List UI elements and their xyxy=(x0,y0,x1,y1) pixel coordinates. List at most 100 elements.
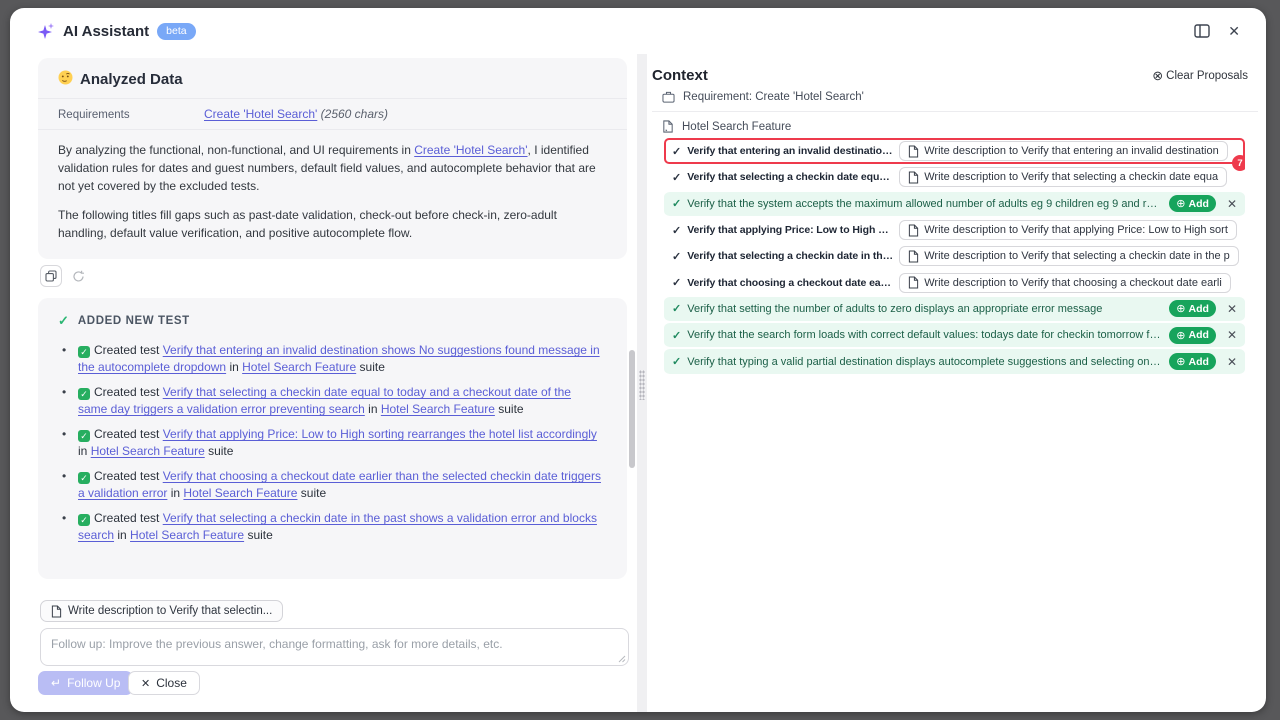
context-test-row[interactable]: ✓Verify that applying Price: Low to High… xyxy=(664,217,1245,243)
check-icon: ✓ xyxy=(672,197,681,210)
plus-circle-icon: ⊕ xyxy=(1176,197,1185,210)
context-test-row[interactable]: ✓ Verify that setting the number of adult… xyxy=(664,296,1245,322)
chip-label: Write description to Verify that choosin… xyxy=(924,277,1222,289)
plus-circle-icon: ⊕ xyxy=(1176,355,1185,368)
context-test-row[interactable]: ✓Verify that choosing a checkout date ea… xyxy=(664,269,1245,295)
add-test-button[interactable]: ⊕Add xyxy=(1169,300,1216,317)
doc-icon xyxy=(908,224,919,237)
analyzed-data-card: Analyzed Data Requirements Create 'Hotel… xyxy=(38,58,627,259)
context-test-row[interactable]: ✓Verify that selecting a checkin date in… xyxy=(664,243,1245,269)
check-emoji-icon: ✓ xyxy=(78,472,90,484)
thinking-emoji xyxy=(58,70,73,89)
copy-button[interactable] xyxy=(40,265,62,287)
followup-input[interactable] xyxy=(40,628,629,666)
context-test-row[interactable]: ✓Verify that the system accepts the maxi… xyxy=(664,191,1245,217)
check-emoji-icon: ✓ xyxy=(78,388,90,400)
proposal-count-badge: 7 xyxy=(1232,155,1245,171)
write-description-chip[interactable]: Write description to Verify that applyin… xyxy=(899,220,1237,240)
panel-toggle-icon[interactable] xyxy=(1194,24,1210,38)
success-check-icon: ✓ xyxy=(58,313,69,329)
check-emoji-icon: ✓ xyxy=(78,514,90,526)
requirements-meta: (2560 chars) xyxy=(321,107,388,121)
suite-link[interactable]: Hotel Search Feature xyxy=(91,444,205,458)
write-description-chip[interactable]: Write description to Verify that selecti… xyxy=(899,246,1239,266)
panel-title: AI Assistant xyxy=(63,23,149,40)
follow-up-button[interactable]: ↵ Follow Up xyxy=(38,671,133,695)
clear-proposals-button[interactable]: ⊗ Clear Proposals xyxy=(1152,68,1248,84)
sparkles-icon xyxy=(38,23,55,40)
analyzed-heading: Analyzed Data xyxy=(80,71,183,88)
add-test-button[interactable]: ⊕Add xyxy=(1169,195,1216,212)
add-label: Add xyxy=(1189,356,1209,368)
write-description-chip[interactable]: Write description to Verify that selecti… xyxy=(899,167,1227,187)
context-requirement-row[interactable]: Requirement: Create 'Hotel Search' xyxy=(652,91,1258,112)
write-description-chip[interactable]: Write description to Verify that enterin… xyxy=(899,141,1228,161)
analysis-paragraph-1: By analyzing the functional, non-functio… xyxy=(58,141,607,195)
created-tests-list: •✓Created test Verify that entering an i… xyxy=(38,342,627,544)
test-title: Verify that selecting a checkin date in … xyxy=(687,250,893,262)
context-test-row[interactable]: ✓ Verify that entering an invalid destina… xyxy=(664,138,1245,164)
check-icon: ✓ xyxy=(672,355,681,368)
followup-input-wrap xyxy=(40,628,629,666)
doc-icon xyxy=(908,276,919,289)
test-title: Verify that typing a valid partial desti… xyxy=(687,356,1163,368)
created-test-item: •✓Created test Verify that selecting a c… xyxy=(62,510,603,544)
close-x-icon: ✕ xyxy=(141,677,150,690)
check-icon: ✓ xyxy=(672,302,681,315)
bullet-icon: • xyxy=(62,510,66,527)
clear-circle-x-icon: ⊗ xyxy=(1152,68,1163,84)
close-icon[interactable]: ✕ xyxy=(1228,23,1240,40)
return-key-icon: ↵ xyxy=(51,676,61,690)
context-test-row[interactable]: ✓ Verify that typing a valid partial dest… xyxy=(664,348,1245,374)
created-test-link[interactable]: Verify that selecting a checkin date equ… xyxy=(78,385,571,416)
beta-badge: beta xyxy=(157,23,195,40)
left-pane-scrollbar[interactable] xyxy=(629,350,635,468)
created-test-item: •✓Created test Verify that selecting a c… xyxy=(62,384,603,418)
requirements-label: Requirements xyxy=(58,109,204,121)
dismiss-proposal-icon[interactable]: ✕ xyxy=(1227,355,1237,369)
check-icon: ✓ xyxy=(672,329,681,342)
check-icon: ✓ xyxy=(672,276,681,289)
dismiss-proposal-icon[interactable]: ✕ xyxy=(1227,302,1237,316)
suite-link[interactable]: Hotel Search Feature xyxy=(381,402,495,416)
analysis-paragraph-2: The following titles fill gaps such as p… xyxy=(58,206,607,242)
divider-drag-handle[interactable] xyxy=(639,370,645,400)
test-title: Verify that selecting a checkin date equ… xyxy=(687,171,893,183)
add-test-button[interactable]: ⊕ Add xyxy=(1169,353,1216,370)
context-test-row[interactable]: ✓Verify that the search form loads with … xyxy=(664,322,1245,348)
feature-doc-icon xyxy=(662,120,674,133)
chip-label: Write description to Verify that selecti… xyxy=(924,171,1218,183)
dismiss-proposal-icon[interactable]: ✕ xyxy=(1227,197,1237,211)
test-title: Verify that entering an invalid destinat… xyxy=(687,145,893,157)
requirement-inline-link[interactable]: Create 'Hotel Search' xyxy=(414,143,527,157)
suite-link[interactable]: Hotel Search Feature xyxy=(130,528,244,542)
suite-link[interactable]: Hotel Search Feature xyxy=(242,360,356,374)
dismiss-proposal-icon[interactable]: ✕ xyxy=(1227,328,1237,342)
context-test-row[interactable]: ✓Verify that selecting a checkin date eq… xyxy=(664,164,1245,190)
bullet-icon: • xyxy=(62,468,66,485)
pending-description-chip[interactable]: Write description to Verify that selecti… xyxy=(40,600,283,622)
bullet-icon: • xyxy=(62,426,66,443)
add-test-button[interactable]: ⊕Add xyxy=(1169,327,1216,344)
check-icon: ✓ xyxy=(672,145,681,158)
doc-icon xyxy=(908,250,919,263)
added-tests-card: ✓ ADDED NEW TEST •✓Created test Verify t… xyxy=(38,298,627,579)
created-test-link[interactable]: Verify that applying Price: Low to High … xyxy=(163,427,597,441)
doc-icon xyxy=(908,145,919,158)
ai-assistant-panel: AI Assistant beta ✕ Analyzed Data Requir… xyxy=(10,8,1266,712)
bullet-icon: • xyxy=(62,342,66,359)
test-title: Verify that setting the number of adults… xyxy=(687,303,1163,315)
panel-header: AI Assistant beta xyxy=(38,8,196,54)
bullet-icon: • xyxy=(62,384,66,401)
pending-description-label: Write description to Verify that selecti… xyxy=(68,605,272,617)
add-label: Add xyxy=(1189,303,1209,315)
check-emoji-icon: ✓ xyxy=(78,430,90,442)
requirement-link[interactable]: Create 'Hotel Search' xyxy=(204,107,317,121)
context-feature-row[interactable]: Hotel Search Feature xyxy=(652,120,1258,133)
retry-icon[interactable] xyxy=(67,265,89,287)
requirements-row: Requirements Create 'Hotel Search' (2560… xyxy=(38,98,627,130)
close-button[interactable]: ✕ Close xyxy=(128,671,200,695)
write-description-chip[interactable]: Write description to Verify that choosin… xyxy=(899,273,1231,293)
suite-link[interactable]: Hotel Search Feature xyxy=(183,486,297,500)
created-test-link[interactable]: Verify that choosing a checkout date ear… xyxy=(78,469,601,500)
